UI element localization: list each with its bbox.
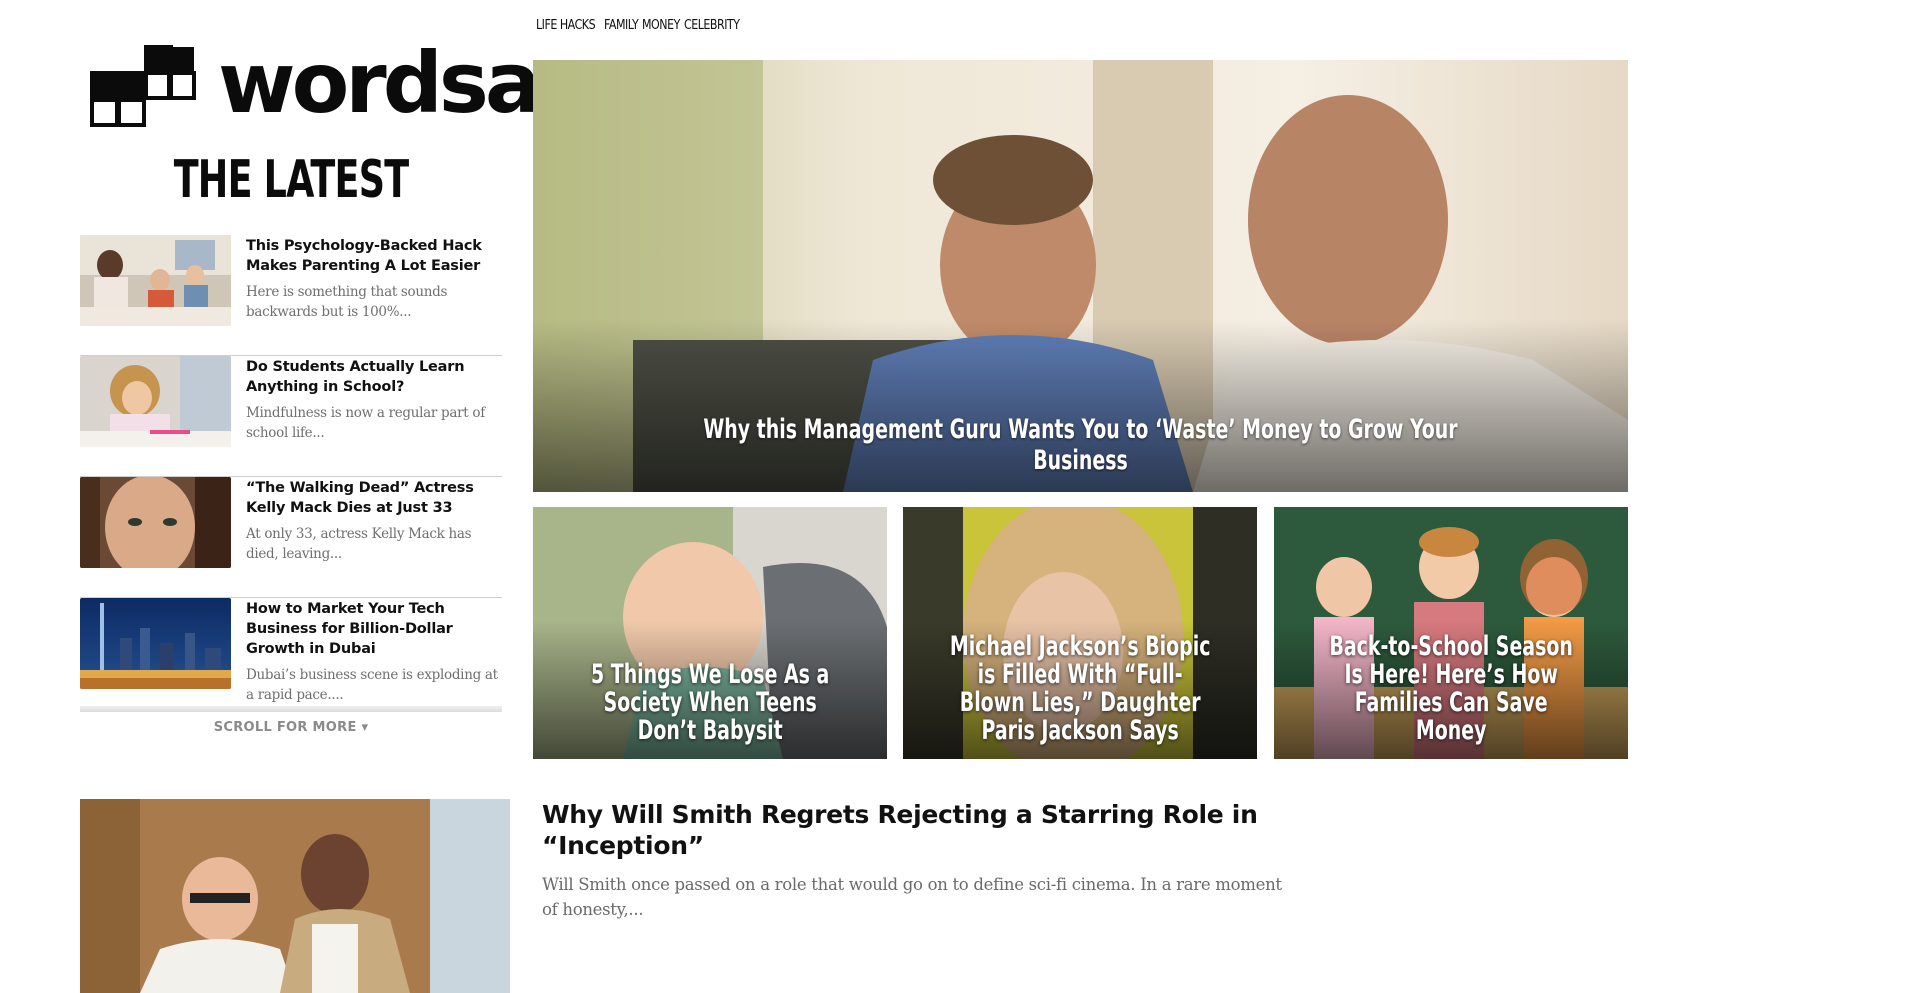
card-michael-jackson-biopic[interactable]: Michael Jackson’s Biopic is Filled With … <box>903 507 1258 759</box>
logo-wordmark: wordsa <box>218 34 542 132</box>
hero-article[interactable]: Why this Management Guru Wants You to ‘W… <box>533 60 1628 492</box>
hero-title[interactable]: Why this Management Guru Wants You to ‘W… <box>653 414 1507 476</box>
card-title[interactable]: Back-to-School Season Is Here! Here’s Ho… <box>1319 633 1583 745</box>
bottom-article-image[interactable] <box>80 799 510 993</box>
article-title[interactable]: This Psychology-Backed Hack Makes Parent… <box>246 236 502 276</box>
nav-family[interactable]: FAMILY <box>604 17 639 33</box>
article-thumbnail[interactable] <box>80 598 231 689</box>
card-title[interactable]: 5 Things We Lose As a Society When Teens… <box>578 661 842 745</box>
nav-life-hacks[interactable]: LIFE HACKS <box>536 17 596 33</box>
bottom-article-title[interactable]: Why Will Smith Regrets Rejecting a Starr… <box>542 799 1302 861</box>
nav-money[interactable]: MONEY <box>642 17 680 33</box>
latest-heading: THE LATEST <box>173 150 409 210</box>
card-back-to-school[interactable]: Back-to-School Season Is Here! Here’s Ho… <box>1273 507 1628 759</box>
article-title[interactable]: “The Walking Dead” Actress Kelly Mack Di… <box>246 478 502 518</box>
site-logo[interactable]: wordsa <box>90 41 542 128</box>
article-thumbnail[interactable] <box>80 235 231 326</box>
article-thumbnail[interactable] <box>80 356 231 447</box>
top-nav: LIFE HACKS FAMILY MONEY CELEBRITY <box>536 17 752 33</box>
featured-cards: 5 Things We Lose As a Society When Teens… <box>533 507 1628 759</box>
article-title[interactable]: Do Students Actually Learn Anything in S… <box>246 357 502 397</box>
scroll-fade <box>80 706 502 712</box>
latest-list: This Psychology-Backed Hack Makes Parent… <box>80 235 502 710</box>
article-excerpt: Mindfulness is now a regular part of sch… <box>246 405 485 441</box>
article-excerpt: Here is something that sounds backwards … <box>246 284 448 320</box>
card-teens-babysit[interactable]: 5 Things We Lose As a Society When Teens… <box>533 507 887 759</box>
list-item[interactable]: “The Walking Dead” Actress Kelly Mack Di… <box>80 477 502 598</box>
bottom-article-excerpt: Will Smith once passed on a role that wo… <box>542 875 1282 919</box>
article-excerpt: At only 33, actress Kelly Mack has died,… <box>246 526 472 562</box>
list-item[interactable]: This Psychology-Backed Hack Makes Parent… <box>80 235 502 356</box>
scroll-for-more-button[interactable]: SCROLL FOR MORE ▾ <box>80 720 502 735</box>
list-item[interactable]: How to Market Your Tech Business for Bil… <box>80 598 502 710</box>
nav-celebrity[interactable]: CELEBRITY <box>684 17 740 33</box>
list-item[interactable]: Do Students Actually Learn Anything in S… <box>80 356 502 477</box>
article-thumbnail[interactable] <box>80 477 231 568</box>
article-title[interactable]: How to Market Your Tech Business for Bil… <box>246 599 502 659</box>
logo-grid-icon <box>90 45 196 127</box>
card-title[interactable]: Michael Jackson’s Biopic is Filled With … <box>949 633 1213 745</box>
article-excerpt: Dubai’s business scene is exploding at a… <box>246 667 498 703</box>
